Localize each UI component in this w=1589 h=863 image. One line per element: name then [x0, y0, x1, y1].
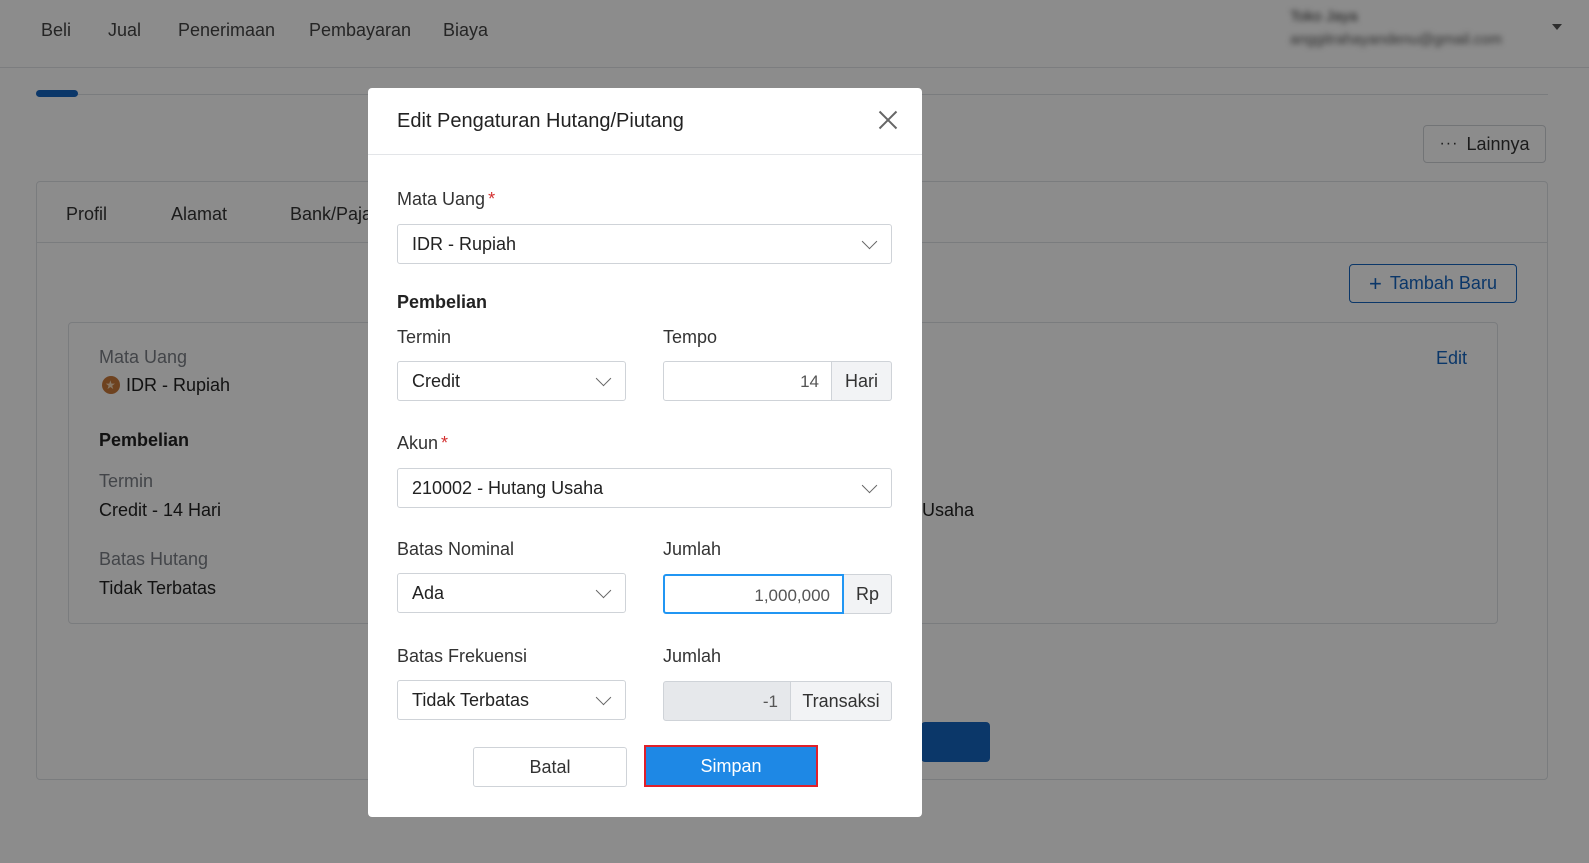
jumlah-nominal-unit-addon: Rp	[844, 574, 892, 614]
jumlah-nominal-field-label: Jumlah	[663, 539, 722, 559]
mata-uang-selected: IDR - Rupiah	[412, 234, 517, 254]
tempo-unit-addon: Hari	[832, 361, 892, 401]
termin-field-label: Termin	[397, 327, 452, 347]
close-icon[interactable]	[876, 108, 900, 132]
batas-frekuensi-select[interactable]: Tidak Terbatas	[397, 680, 626, 720]
pembelian-section-title: Pembelian	[397, 292, 488, 312]
mata-uang-select[interactable]: IDR - Rupiah	[397, 224, 892, 264]
modal-header: Edit Pengaturan Hutang/Piutang	[368, 88, 922, 155]
edit-hutang-piutang-modal: Edit Pengaturan Hutang/Piutang Mata Uang…	[368, 88, 922, 817]
mata-uang-field-label: Mata Uang *	[397, 189, 495, 210]
batas-nominal-select[interactable]: Ada	[397, 573, 626, 613]
jumlah-frekuensi-input: -1	[663, 681, 791, 721]
modal-title: Edit Pengaturan Hutang/Piutang	[397, 110, 684, 132]
required-marker: *	[441, 433, 449, 453]
termin-selected: Credit	[412, 371, 461, 391]
batas-frekuensi-selected: Tidak Terbatas	[412, 690, 530, 710]
batas-frekuensi-field-label: Batas Frekuensi	[397, 646, 528, 666]
tempo-field-label: Tempo	[663, 327, 718, 347]
jumlah-frekuensi-field-label: Jumlah	[663, 646, 722, 666]
jumlah-nominal-value: 1,000,000	[754, 586, 830, 605]
mata-uang-label-text: Mata Uang	[397, 189, 486, 209]
batal-button[interactable]: Batal	[473, 747, 627, 787]
batas-nominal-field-label: Batas Nominal	[397, 539, 515, 559]
jumlah-frekuensi-unit-addon: Transaksi	[791, 681, 892, 721]
batas-nominal-selected: Ada	[412, 583, 445, 603]
chevron-down-icon	[595, 370, 612, 387]
chevron-down-icon	[595, 689, 612, 706]
chevron-down-icon	[861, 477, 878, 494]
chevron-down-icon	[861, 233, 878, 250]
akun-selected: 210002 - Hutang Usaha	[412, 478, 604, 498]
termin-select[interactable]: Credit	[397, 361, 626, 401]
simpan-button[interactable]: Simpan	[644, 745, 818, 787]
tempo-value: 14	[800, 372, 819, 391]
jumlah-nominal-input[interactable]: 1,000,000	[663, 574, 844, 614]
akun-field-label: Akun *	[397, 433, 448, 454]
akun-label-text: Akun	[397, 433, 439, 453]
chevron-down-icon	[595, 582, 612, 599]
required-marker: *	[488, 189, 496, 209]
jumlah-frekuensi-value: -1	[762, 692, 778, 711]
akun-select[interactable]: 210002 - Hutang Usaha	[397, 468, 892, 508]
tempo-input[interactable]: 14	[663, 361, 832, 401]
